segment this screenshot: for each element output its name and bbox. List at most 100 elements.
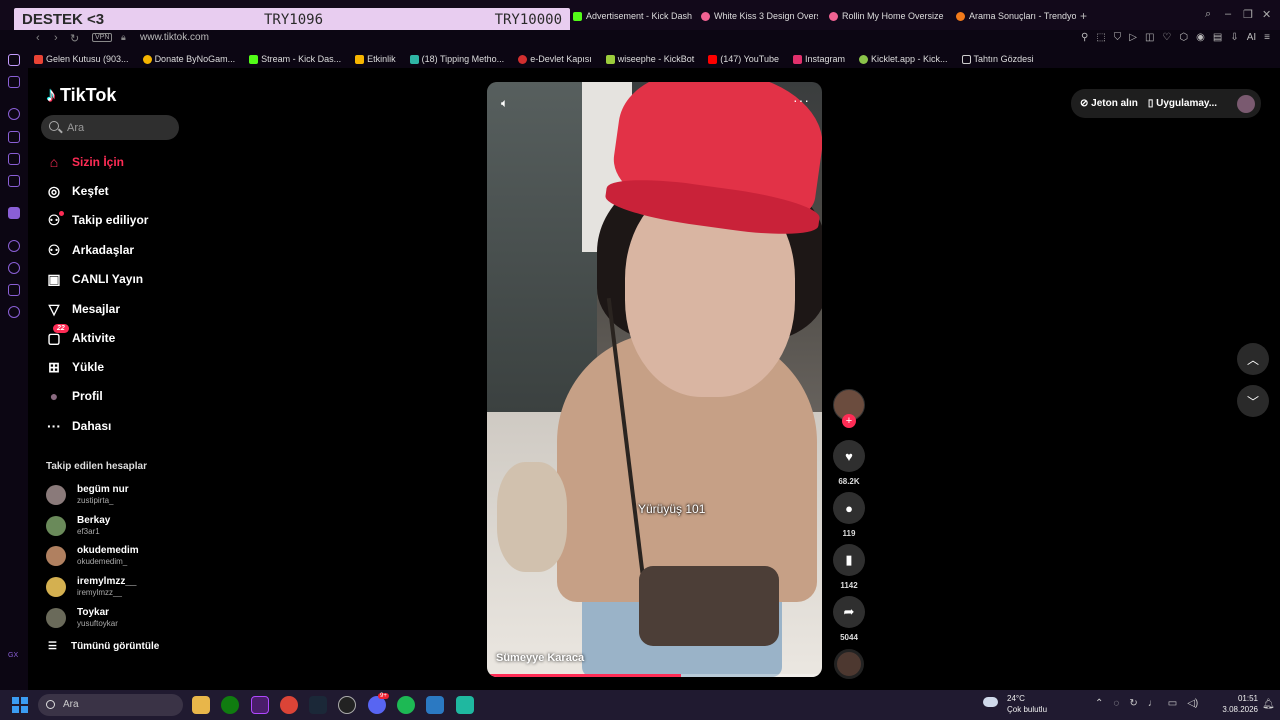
chrome-icon[interactable] — [280, 696, 298, 714]
get-coins-button[interactable]: ⊘ Jeton alın — [1080, 98, 1138, 109]
comment-icon[interactable]: ● — [833, 492, 865, 524]
tray-app-icon[interactable]: ◌ — [1113, 698, 1119, 709]
tiktok-logo[interactable]: ♪ TikTok — [46, 84, 116, 107]
bookmark-donate[interactable]: Donate ByNoGam... — [142, 54, 235, 64]
shield-icon[interactable]: ⛉ — [1114, 32, 1122, 43]
settings-icon[interactable] — [8, 306, 20, 318]
tray-sync-icon[interactable]: ↻ — [1129, 698, 1137, 709]
file-explorer-icon[interactable] — [192, 696, 210, 714]
more-options-icon[interactable]: ··· — [793, 92, 810, 108]
share-icon[interactable]: ➦ — [833, 596, 865, 628]
news-icon[interactable] — [8, 175, 20, 187]
gx-corner-icon[interactable] — [8, 76, 20, 88]
video-author[interactable]: Sümeyye Karaca — [496, 652, 584, 664]
nav-messages[interactable]: ▽ Mesajlar — [46, 298, 120, 320]
menu-icon[interactable]: ≡ — [1264, 32, 1270, 43]
nav-following[interactable]: ⚇ Takip ediliyor — [46, 209, 148, 231]
extensions-icon[interactable]: ⬡ — [1179, 32, 1188, 43]
nav-profile[interactable]: ● Profil — [46, 385, 103, 407]
bookmark-kick-stream[interactable]: Stream - Kick Das... — [249, 54, 341, 64]
discord-icon[interactable] — [8, 131, 20, 143]
nav-live[interactable]: ▣ CANLI Yayın — [46, 268, 143, 290]
favorite-icon[interactable]: ♡ — [1162, 32, 1171, 43]
player-icon[interactable] — [8, 240, 20, 252]
history-icon[interactable] — [8, 262, 20, 274]
steam-icon[interactable] — [309, 696, 327, 714]
nav-friends[interactable]: ⚇ Arkadaşlar — [46, 239, 134, 261]
comment-action[interactable]: ● 119 — [833, 492, 865, 538]
snapshot-icon[interactable]: ⬚ — [1096, 32, 1105, 43]
nav-activity[interactable]: ▢ 22 Aktivite — [46, 324, 115, 349]
nav-explore[interactable]: ◎ Keşfet — [46, 180, 109, 202]
notification-bell-icon[interactable]: 🔔︎ — [1262, 699, 1275, 710]
volume-icon[interactable]: 🔈︎ — [501, 96, 508, 111]
tab-trendyol[interactable]: Arama Sonuçları - Trendyol — [956, 8, 1076, 24]
search-bar[interactable] — [41, 115, 179, 140]
chevron-up-icon[interactable]: ⌃ — [1095, 698, 1103, 709]
spotify-icon[interactable] — [397, 696, 415, 714]
nav-for-you[interactable]: ⌂ Sizin İçin — [46, 151, 124, 173]
bookmark-kickbot[interactable]: wiseephe - KickBot — [605, 54, 694, 64]
ai-button[interactable]: AI — [1247, 32, 1256, 43]
app-icon[interactable] — [426, 696, 444, 714]
tab-rollin-home[interactable]: Rollin My Home Oversize T — [829, 8, 946, 24]
windows-start-icon[interactable] — [12, 697, 28, 713]
home-icon[interactable] — [8, 54, 20, 66]
user-avatar[interactable] — [1237, 94, 1255, 113]
bookmark-tipping[interactable]: (18) Tipping Metho... — [409, 54, 504, 64]
account-icon[interactable]: ◉ — [1196, 32, 1205, 43]
microphone-icon[interactable]: ♩ — [1148, 698, 1158, 709]
bookmark-youtube[interactable]: (147) YouTube — [708, 54, 779, 64]
forward-icon[interactable]: › — [54, 32, 58, 44]
search-tabs-icon[interactable]: ⌕ — [1205, 8, 1211, 21]
bookmark-edevlet[interactable]: e-Devlet Kapısı — [518, 54, 592, 64]
url-field[interactable]: www.tiktok.com — [140, 32, 209, 43]
close-icon[interactable]: ✕ — [1262, 8, 1271, 21]
xbox-icon[interactable] — [221, 696, 239, 714]
chat-icon[interactable] — [8, 284, 20, 296]
next-video-button[interactable]: ﹀ — [1237, 385, 1269, 417]
bookmark-kicklet[interactable]: Kicklet.app - Kick... — [859, 54, 948, 64]
nav-more[interactable]: ··· Dahası — [46, 415, 111, 437]
easy-files-icon[interactable]: ◫ — [1145, 32, 1154, 43]
search-input[interactable] — [67, 119, 167, 136]
opera-gx-icon[interactable] — [251, 696, 269, 714]
twitch-tv-icon[interactable] — [8, 207, 20, 219]
video-progress-bar[interactable] — [487, 674, 822, 677]
twitch-icon[interactable] — [8, 153, 20, 165]
volume-icon[interactable]: ◁) — [1187, 698, 1198, 709]
save-action[interactable]: ▮ 1142 — [833, 544, 865, 590]
bookmark-icon[interactable]: ▮ — [833, 544, 865, 576]
gx-control-icon[interactable] — [8, 108, 20, 120]
maximize-icon[interactable]: ❐ — [1243, 8, 1253, 21]
nav-upload[interactable]: ⊞ Yükle — [46, 356, 104, 378]
tab-kick-dashboard[interactable]: Advertisement - Kick Dash — [573, 8, 693, 24]
share-action[interactable]: ➦ 5044 — [833, 596, 865, 642]
new-tab-button[interactable]: + — [1080, 8, 1087, 24]
tab-white-kiss[interactable]: White Kiss 3 Design Overs — [701, 8, 818, 24]
music-disc-icon[interactable] — [834, 649, 864, 679]
get-app-button[interactable]: ▯ Uygulamay... — [1148, 98, 1217, 109]
app-icon[interactable] — [456, 696, 474, 714]
obs-icon[interactable] — [338, 696, 356, 714]
display-icon[interactable]: ▭ — [1168, 698, 1177, 709]
see-all-following-button[interactable]: ☰ Tümünü görüntüle — [48, 641, 159, 652]
taskbar-search[interactable]: Ara — [38, 694, 183, 716]
back-icon[interactable]: ‹ — [36, 32, 40, 44]
vpn-badge[interactable]: VPN — [92, 33, 113, 42]
download-icon[interactable]: ⇩ — [1230, 32, 1238, 43]
bookmark-etkinlik[interactable]: Etkinlik — [355, 54, 396, 64]
pin-icon[interactable]: ⚲ — [1081, 32, 1088, 43]
bookmark-tahtin-gozdesi[interactable]: Tahtın Gözdesi — [961, 54, 1034, 64]
clock[interactable]: 01:51 3.08.2026 — [1218, 693, 1258, 715]
play-icon[interactable]: ▷ — [1129, 32, 1137, 43]
video-player[interactable]: 🔈︎ ··· Yürüyüş 101 Sümeyye Karaca — [487, 82, 822, 677]
like-action[interactable]: ♥ 68.2K — [833, 440, 865, 486]
heart-icon[interactable]: ♥ — [833, 440, 865, 472]
follow-plus-icon[interactable]: + — [842, 414, 856, 428]
wallet-icon[interactable]: ▤ — [1213, 32, 1222, 43]
minimize-icon[interactable]: – — [1225, 8, 1231, 20]
reload-icon[interactable]: ↻ — [70, 32, 79, 45]
bookmark-instagram[interactable]: Instagram — [792, 54, 845, 64]
previous-video-button[interactable]: ︿ — [1237, 343, 1269, 375]
